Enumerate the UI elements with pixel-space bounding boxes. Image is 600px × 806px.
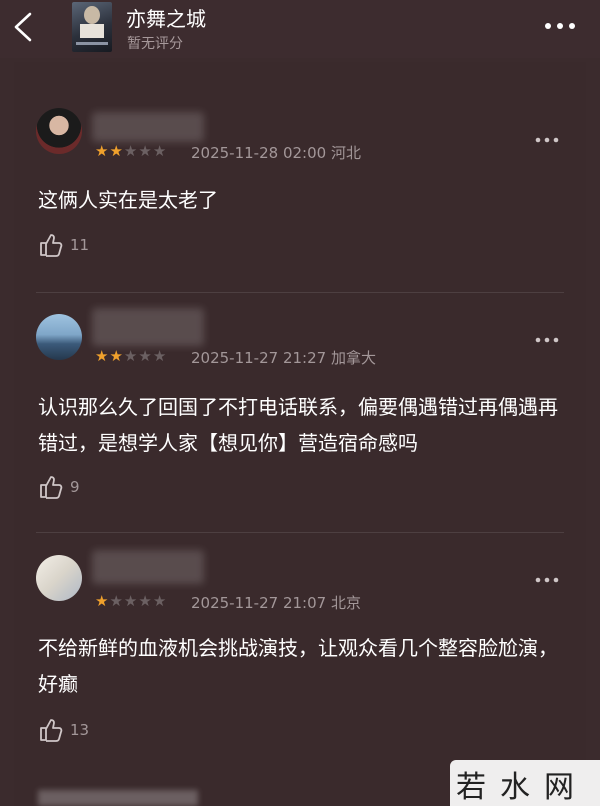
star-empty-icon: ★: [138, 347, 153, 365]
avatar[interactable]: [36, 314, 82, 360]
movie-score: 暂无评分: [127, 36, 183, 52]
star-rating: ★★★★★: [95, 592, 167, 610]
like-button[interactable]: 13: [38, 717, 108, 745]
next-review-partial: [38, 790, 198, 806]
movie-title: 亦舞之城: [126, 7, 206, 31]
star-filled-icon: ★: [95, 592, 110, 610]
like-button[interactable]: 9: [38, 474, 108, 502]
back-button[interactable]: [8, 8, 42, 46]
review-date: 2025-11-27 21:27: [191, 349, 327, 367]
like-count: 9: [70, 478, 80, 496]
review-date: 2025-11-27 21:07: [191, 594, 327, 612]
top-bar: 亦舞之城 暂无评分: [0, 0, 600, 58]
review-meta: 2025-11-28 02:00 河北: [191, 142, 361, 163]
more-dots-icon: [535, 337, 559, 343]
star-empty-icon: ★: [152, 142, 168, 160]
thumbs-up-icon: [40, 719, 63, 742]
star-rating: ★★★★★: [95, 347, 167, 365]
watermark-text: 若水网: [456, 770, 588, 805]
like-count: 13: [70, 721, 90, 739]
review-text: 不给新鲜的血液机会挑战演技，让观众看几个整容脸尬演，好癫: [38, 636, 558, 696]
thumbs-up-icon: [40, 234, 63, 257]
star-empty-icon: ★: [123, 592, 139, 610]
like-count: 11: [70, 236, 90, 254]
star-empty-icon: ★: [109, 592, 124, 610]
like-button[interactable]: 11: [38, 232, 108, 260]
more-dots-icon: [545, 23, 575, 29]
star-empty-icon: ★: [152, 592, 168, 610]
username-blurred[interactable]: [92, 550, 204, 584]
username-blurred[interactable]: [92, 112, 204, 142]
avatar[interactable]: [36, 108, 82, 154]
review-meta: 2025-11-27 21:07 北京: [191, 592, 361, 613]
movie-poster[interactable]: [72, 2, 112, 52]
watermark-logo: 若水网: [450, 760, 600, 806]
star-rating: ★★★★★: [95, 142, 167, 160]
review-more-button[interactable]: [534, 572, 560, 586]
more-dots-icon: [535, 137, 559, 143]
review-more-button[interactable]: [534, 332, 560, 346]
star-empty-icon: ★: [123, 347, 139, 365]
review-text: 认识那么久了回国了不打电话联系，偏要偶遇错过再偶遇再错过，是想学人家【想见你】营…: [38, 395, 558, 455]
review-meta: 2025-11-27 21:27 加拿大: [191, 347, 376, 368]
star-empty-icon: ★: [152, 347, 168, 365]
star-empty-icon: ★: [138, 592, 153, 610]
review-text: 这俩人实在是太老了: [38, 188, 218, 212]
star-filled-icon: ★: [109, 347, 124, 365]
thumbs-up-icon: [40, 476, 63, 499]
review-more-button[interactable]: [534, 132, 560, 146]
more-options-button[interactable]: [540, 14, 580, 38]
review-date: 2025-11-28 02:00: [191, 144, 327, 162]
review-location: 北京: [330, 594, 361, 612]
star-filled-icon: ★: [95, 347, 110, 365]
chevron-left-icon: [14, 12, 32, 42]
review-location: 河北: [330, 144, 361, 162]
star-empty-icon: ★: [123, 142, 139, 160]
divider: [36, 292, 564, 293]
divider: [36, 532, 564, 533]
review-list: ★★★★★ 2025-11-28 02:00 河北 这俩人实在是太老了 11 ★…: [14, 62, 586, 806]
username-blurred[interactable]: [92, 308, 204, 346]
star-empty-icon: ★: [138, 142, 153, 160]
star-filled-icon: ★: [95, 142, 110, 160]
star-filled-icon: ★: [109, 142, 124, 160]
more-dots-icon: [535, 577, 559, 583]
review-location: 加拿大: [330, 349, 376, 367]
avatar[interactable]: [36, 555, 82, 601]
